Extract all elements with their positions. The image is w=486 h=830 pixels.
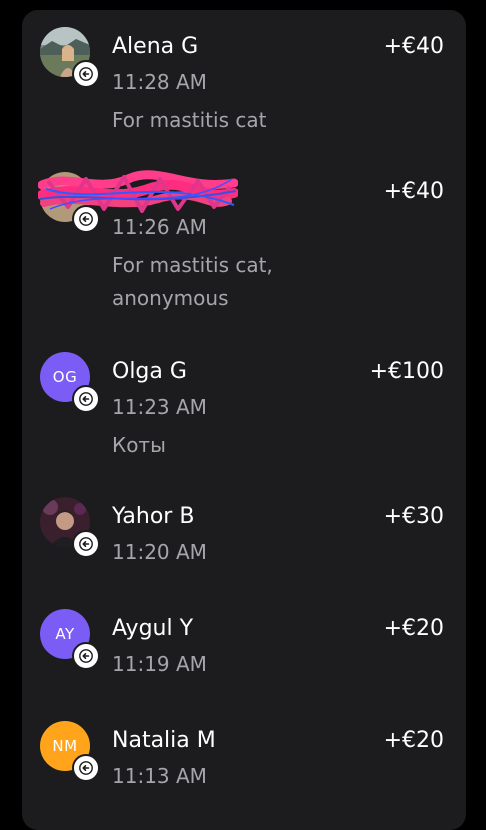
- avatar: NM: [40, 721, 100, 782]
- avatar: [40, 27, 100, 88]
- transaction-row[interactable]: OG Olga G +€100 11:23 AM Коты: [22, 335, 466, 480]
- amount: +€40: [383, 34, 444, 59]
- sender-name: Alena G: [112, 34, 199, 59]
- sender-name: Olga G: [112, 359, 187, 384]
- transaction-row[interactable]: Yahor B +€30 11:20 AM: [22, 480, 466, 592]
- timestamp: 11:20 AM: [112, 540, 207, 564]
- avatar: OG: [40, 352, 100, 413]
- arrow-left-icon: [79, 537, 93, 551]
- amount: +€40: [383, 179, 444, 204]
- transaction-row[interactable]: Alena G +€40 11:28 AM For mastitis cat: [22, 10, 466, 155]
- incoming-badge: [72, 385, 100, 413]
- transaction-row[interactable]: NM Natalia M +€20 11:13 AM: [22, 704, 466, 816]
- incoming-badge: [72, 60, 100, 88]
- incoming-badge: [72, 754, 100, 782]
- timestamp: 11:13 AM: [112, 764, 207, 788]
- timestamp: 11:28 AM: [112, 70, 207, 94]
- timestamp: 11:19 AM: [112, 652, 207, 676]
- transactions-card: Alena G +€40 11:28 AM For mastitis cat +…: [22, 10, 466, 830]
- incoming-badge: [72, 530, 100, 558]
- arrow-left-icon: [79, 392, 93, 406]
- note: Коты: [112, 433, 166, 457]
- transaction-row[interactable]: +€40 11:26 AM For mastitis cat, anonymou…: [22, 155, 466, 335]
- note: For mastitis cat: [112, 108, 267, 132]
- note: For mastitis cat, anonymous: [112, 253, 273, 310]
- avatar: [40, 497, 100, 558]
- sender-name: Natalia M: [112, 728, 216, 753]
- amount: +€100: [369, 359, 444, 384]
- arrow-left-icon: [79, 67, 93, 81]
- arrow-left-icon: [79, 649, 93, 663]
- arrow-left-icon: [79, 761, 93, 775]
- amount: +€30: [383, 504, 444, 529]
- incoming-badge: [72, 642, 100, 670]
- amount: +€20: [383, 728, 444, 753]
- sender-name: Yahor B: [112, 504, 195, 529]
- transaction-row[interactable]: AY Aygul Y +€20 11:19 AM: [22, 592, 466, 704]
- sender-name: Aygul Y: [112, 616, 194, 641]
- timestamp: 11:23 AM: [112, 395, 207, 419]
- timestamp: 11:26 AM: [112, 215, 207, 239]
- amount: +€20: [383, 616, 444, 641]
- avatar: AY: [40, 609, 100, 670]
